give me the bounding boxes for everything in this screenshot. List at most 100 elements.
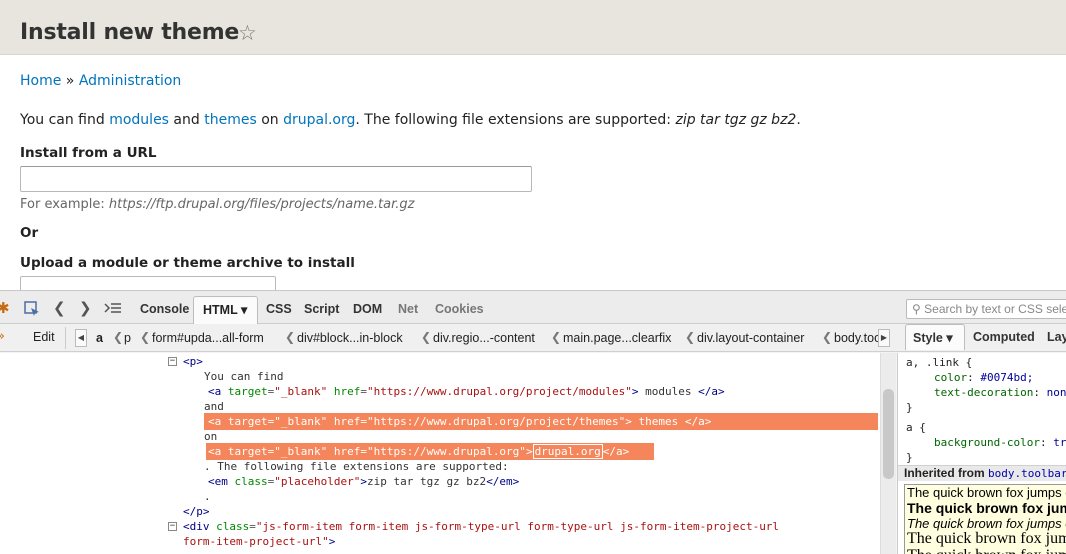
tree-line-div-cont[interactable]: form-item-project-url"> — [183, 534, 335, 549]
html-tree-scrollbar[interactable] — [880, 353, 896, 554]
tag-a-open: <a — [208, 445, 222, 458]
font-sample: The quick brown fox jumps over the lazy … — [907, 547, 1066, 554]
crumb-div-layout[interactable]: div.layout-container — [697, 331, 804, 345]
crumb-p[interactable]: p — [124, 331, 131, 345]
attr-eq: = — [360, 415, 367, 428]
tree-line-text[interactable]: You can find — [204, 369, 283, 384]
attr-eq: = — [360, 445, 367, 458]
tree-line-p-close[interactable]: </p> — [183, 504, 210, 519]
forward-icon[interactable]: ❯ — [79, 299, 92, 317]
tag-a-open: <a — [208, 415, 222, 428]
url-label: Install from a URL — [20, 145, 157, 161]
tab-script[interactable]: Script — [304, 302, 339, 316]
tree-line-div[interactable]: <div class="js-form-item form-item js-fo… — [183, 519, 779, 534]
tab-css[interactable]: CSS — [266, 302, 292, 316]
css-rule-close: } — [906, 401, 913, 414]
tab-net[interactable]: Net — [398, 302, 418, 316]
crumb-scroll-right-icon[interactable]: ▶ — [878, 329, 890, 347]
tab-style[interactable]: Style ▾ — [905, 324, 965, 350]
collapse-toggle-icon[interactable]: − — [168, 522, 177, 531]
back-icon[interactable]: ❮ — [53, 299, 66, 317]
css-value: none; — [1046, 386, 1066, 399]
tree-line-a-modules[interactable]: <a target="_blank" href="https://www.dru… — [208, 384, 725, 399]
attr-name: class — [216, 520, 250, 533]
tag-a-close: </a> — [602, 445, 630, 458]
crumb-div-region[interactable]: div.regio...-content — [433, 331, 535, 345]
tag-a-open: <a — [208, 385, 222, 398]
breadcrumb-home[interactable]: Home — [20, 73, 61, 89]
tree-line-text[interactable]: . — [204, 489, 211, 504]
font-sample: The quick brown fox jumps over the lazy … — [907, 500, 1066, 516]
text-node: zip tar tgz gz bz2 — [366, 475, 487, 488]
tab-cookies[interactable]: Cookies — [435, 302, 484, 316]
inherited-header: Inherited from body.toolbar — [898, 465, 1066, 481]
font-sample: The quick brown fox jumps over the lazy … — [907, 485, 1066, 500]
crumb-form[interactable]: form#upda...all-form — [152, 331, 264, 345]
url-input[interactable] — [20, 166, 532, 192]
intro-text-part: on — [256, 112, 284, 128]
intro-text-part: You can find — [20, 112, 110, 128]
tag-a-close: </a> — [698, 385, 725, 398]
crumb-main[interactable]: main.page...clearfix — [563, 331, 671, 345]
attr-name: target — [227, 385, 268, 398]
attr-name: class — [234, 475, 268, 488]
star-icon[interactable]: ☆ — [238, 21, 257, 45]
css-property: color — [934, 371, 968, 384]
crumb-scroll-left-icon[interactable]: ◀ — [75, 329, 87, 347]
breadcrumb-separator: » — [65, 73, 75, 89]
edit-button[interactable]: Edit — [22, 327, 66, 349]
command-line-icon[interactable] — [104, 302, 122, 316]
firebug-icon[interactable]: ✱ — [0, 299, 10, 317]
devtools-toolbar: ✱ ❮ ❯ Console HTML ▾ CSS Script DOM Net … — [0, 291, 1066, 325]
tree-line-p-open[interactable]: <p> — [183, 354, 203, 369]
drupal-org-link[interactable]: drupal.org — [283, 112, 355, 128]
attr-value: "placeholder" — [274, 475, 361, 488]
modules-link[interactable]: modules — [109, 112, 169, 128]
collapse-toggle-icon[interactable]: − — [168, 357, 177, 366]
page-title: Install new theme — [20, 20, 240, 45]
attr-value: "https://www.drupal.org" — [366, 445, 526, 458]
tab-dom[interactable]: DOM — [353, 302, 382, 316]
css-declaration[interactable]: color: #0074bd; — [934, 370, 1033, 385]
tag-div-open: <div — [183, 520, 210, 533]
tab-console[interactable]: Console — [140, 302, 189, 316]
attr-name: target — [227, 445, 268, 458]
tree-line-em[interactable]: <em class="placeholder">zip tar tgz gz b… — [208, 474, 519, 489]
css-declaration[interactable]: background-color: transparent; — [934, 435, 1066, 450]
inherited-selector[interactable]: body.toolbar — [988, 467, 1066, 480]
intro-text-part: and — [168, 112, 205, 128]
intro-text-part: . The following file extensions are supp… — [355, 112, 676, 128]
scrollbar-thumb[interactable] — [883, 389, 894, 479]
crumb-div-block[interactable]: div#block...in-block — [297, 331, 403, 345]
crumb-body[interactable]: body.toolbar — [834, 331, 878, 345]
tag-a-close: </a> — [684, 415, 712, 428]
crumb-sep-icon: ❮ — [822, 330, 833, 344]
attr-value: "_blank" — [274, 385, 328, 398]
css-rule-selector[interactable]: a, .link { — [906, 355, 972, 370]
tree-line-text[interactable]: on — [204, 429, 217, 444]
inspect-icon[interactable] — [24, 301, 40, 317]
tab-html[interactable]: HTML ▾ — [193, 296, 258, 325]
tag-p-close: </p> — [183, 505, 210, 518]
crumb-sep-icon: ❮ — [113, 330, 124, 344]
expand-icon[interactable]: » — [0, 329, 5, 344]
css-declaration[interactable]: text-decoration: none; — [934, 385, 1066, 400]
css-property: background-color — [934, 436, 1040, 449]
tag-gt: > — [525, 445, 533, 458]
css-rule-selector[interactable]: a { — [906, 420, 926, 435]
tree-line-a-themes[interactable]: <a target="_blank" href="https://www.dru… — [208, 414, 711, 429]
crumb-a[interactable]: a — [96, 331, 103, 345]
themes-link[interactable]: themes — [204, 112, 257, 128]
attr-value: "_blank" — [274, 445, 328, 458]
text-node: modules — [645, 385, 692, 398]
css-property: text-decoration — [934, 386, 1034, 399]
text-node: drupal.org — [532, 444, 603, 459]
tree-line-a-drupal[interactable]: <a target="_blank" href="https://www.dru… — [208, 444, 629, 459]
tree-line-text[interactable]: and — [204, 399, 224, 414]
url-description: For example: https://ftp.drupal.org/file… — [20, 197, 414, 212]
tree-line-text[interactable]: . The following file extensions are supp… — [204, 459, 509, 474]
crumb-sep-icon: ❮ — [551, 330, 562, 344]
devtools-search-input[interactable]: ⚲ Search by text or CSS selector — [906, 299, 1066, 319]
font-sample: The quick brown fox jumps over the lazy … — [907, 516, 1066, 531]
breadcrumb-administration[interactable]: Administration — [79, 73, 181, 89]
